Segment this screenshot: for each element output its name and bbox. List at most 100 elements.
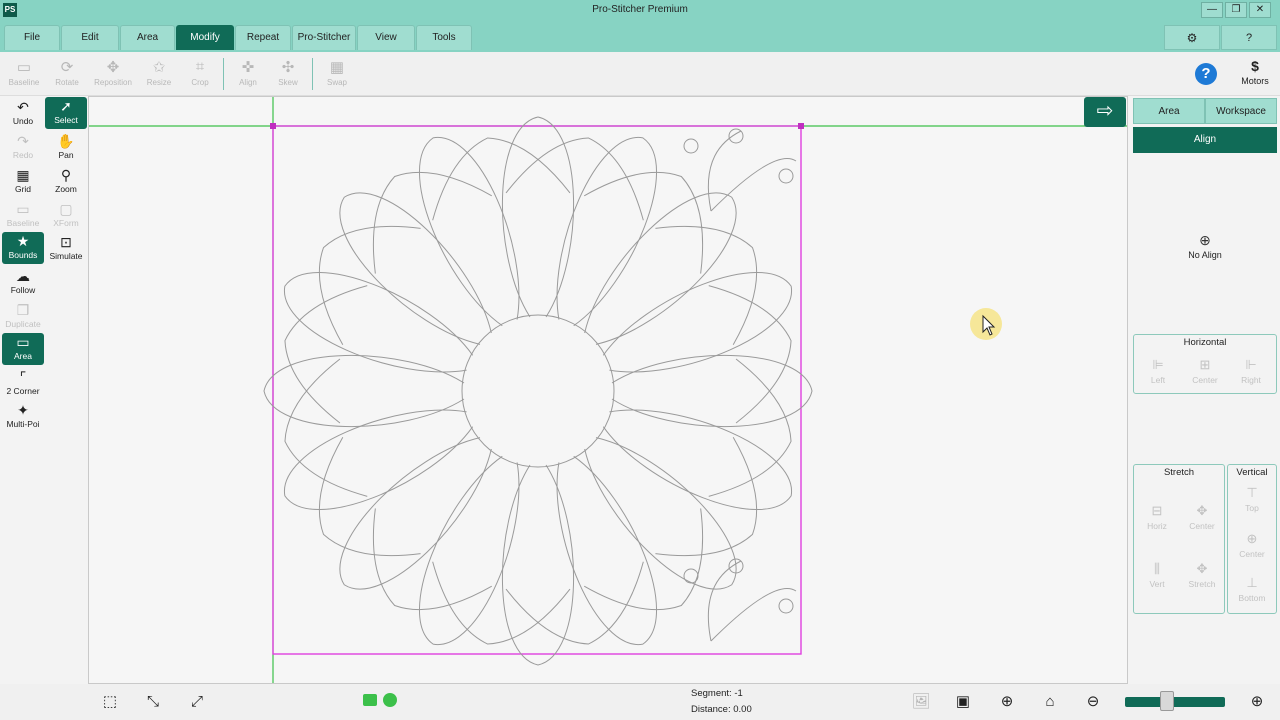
undo-icon: ↶ [17, 99, 29, 115]
multi-node-icon[interactable]: ⤢ [186, 692, 208, 712]
align-top-button[interactable]: ⊤ Top [1232, 485, 1272, 517]
menu-bar: File Edit Area Modify Repeat Pro-Stitche… [0, 22, 1280, 52]
align-bottom-button[interactable]: ⊥ Bottom [1232, 575, 1272, 607]
petal [418, 455, 520, 645]
pan-button[interactable]: ✋ Pan [45, 132, 87, 164]
stretch-horiz-button[interactable]: ⊟ Horiz [1137, 503, 1177, 535]
swap-button[interactable]: ▦ Swap [315, 58, 359, 94]
outer-scallop [372, 508, 493, 611]
petal [339, 192, 492, 345]
undo-button[interactable]: ↶ Undo [2, 98, 44, 130]
zoom-fit-icon[interactable]: ⊕ [996, 692, 1018, 712]
align-center-v-button[interactable]: ⊕ Center [1232, 531, 1272, 563]
no-align-icon: ⊕ [1199, 232, 1211, 248]
tab-file[interactable]: File [4, 25, 60, 50]
outer-scallop [372, 171, 493, 274]
skew-button[interactable]: ✣ Skew [266, 58, 310, 94]
align-right-button[interactable]: ⊩ Right [1231, 357, 1271, 389]
maximize-button[interactable]: ❐ [1225, 2, 1247, 18]
outer-scallop [284, 358, 368, 497]
hand-icon: ✋ [57, 133, 75, 149]
zoom-in-icon[interactable]: ⊕ [1246, 692, 1268, 712]
node-select-icon[interactable]: ⤡ [142, 692, 164, 712]
question-icon: ? [1245, 32, 1253, 44]
help-button[interactable]: ? [1221, 25, 1277, 50]
multi-point-button[interactable]: ✦ Multi-Poi [2, 401, 44, 433]
close-button[interactable]: ✕ [1249, 2, 1271, 18]
corner-curl [778, 168, 794, 184]
select-mode-icon[interactable]: ⬚ [99, 692, 121, 712]
stretch-center-button[interactable]: ✥ Center [1182, 503, 1222, 535]
simulate-icon: ⊡ [60, 234, 72, 250]
align-center-h-button[interactable]: ⊞ Center [1185, 357, 1225, 389]
tab-area-panel[interactable]: Area [1133, 98, 1205, 124]
rotate-icon: ⟳ [60, 59, 74, 76]
tab-area[interactable]: Area [120, 25, 175, 50]
stretch-vert-icon: ⫼ [1154, 561, 1160, 576]
stretch-vert-button[interactable]: ⫼ Vert [1137, 561, 1177, 593]
zoom-button[interactable]: ⚲ Zoom [45, 166, 87, 198]
align-left-button[interactable]: ⊫ Left [1138, 357, 1178, 389]
help-circle-button[interactable]: ? [1195, 63, 1217, 85]
resize-icon: ✩ [152, 59, 166, 76]
minimize-button[interactable]: — [1201, 2, 1223, 18]
image-edit-icon[interactable]: 🖼 [910, 692, 932, 712]
simulate-button[interactable]: ⊡ Simulate [45, 233, 87, 265]
select-button[interactable]: ➚ Select [45, 97, 87, 129]
tab-repeat[interactable]: Repeat [235, 25, 291, 50]
xform-button[interactable]: ▢ XForm [45, 200, 87, 232]
tab-modify[interactable]: Modify [176, 25, 234, 50]
rotate-button[interactable]: ⟳ Rotate [45, 58, 89, 94]
align-button[interactable]: ✜ Align [226, 58, 270, 94]
corner-icon: ⌜ [19, 369, 27, 385]
outer-scallop [432, 137, 571, 221]
tab-edit[interactable]: Edit [61, 25, 119, 50]
tab-pro-stitcher[interactable]: Pro-Stitcher [292, 25, 356, 50]
baseline-button[interactable]: ▭ Baseline [2, 58, 46, 94]
petal [502, 464, 574, 666]
crop-button[interactable]: ⌗ Crop [178, 58, 222, 94]
design-canvas[interactable] [88, 96, 1128, 684]
zoom-slider-track[interactable] [1125, 697, 1225, 707]
outer-scallop [655, 436, 758, 557]
duplicate-button[interactable]: ❐ Duplicate [2, 301, 44, 333]
outer-scallop [284, 285, 368, 424]
stitch-status-icon[interactable] [363, 694, 377, 706]
reposition-button[interactable]: ✥ Reposition [90, 58, 136, 94]
home-icon[interactable]: ⌂ [1039, 692, 1061, 712]
bounds-button[interactable]: ★ Bounds [2, 232, 44, 264]
tab-workspace[interactable]: Workspace [1205, 98, 1277, 124]
swap-icon: ▦ [329, 59, 345, 76]
settings-button[interactable]: ⚙ [1164, 25, 1220, 50]
follow-button[interactable]: ☁ Follow [2, 267, 44, 299]
multi-point-icon: ✦ [17, 402, 29, 418]
segment-readout: Segment: -1 [691, 688, 743, 699]
arrow-right-button[interactable]: ⇨ [1084, 97, 1126, 127]
tab-view[interactable]: View [357, 25, 415, 50]
corner-flourish [710, 587, 797, 642]
redo-button[interactable]: ↷ Redo [2, 132, 44, 164]
tab-tools[interactable]: Tools [416, 25, 472, 50]
stretch-center-icon: ✥ [1196, 503, 1208, 518]
grid-button[interactable]: ▦ Grid [2, 166, 44, 198]
status-bar: ⬚ ⤡ ⤢ Segment: -1 Distance: 0.00 🖼 ▣ ⊕ ⌂… [0, 684, 1280, 720]
motors-button[interactable]: $ Motors [1234, 58, 1276, 92]
petal [284, 271, 474, 373]
resize-button[interactable]: ✩ Resize [137, 58, 181, 94]
machine-status-icon[interactable] [383, 693, 397, 707]
zoom-slider-thumb[interactable] [1160, 691, 1174, 711]
stretch-both-button[interactable]: ✥ Stretch [1182, 561, 1222, 593]
toolbar-divider [223, 58, 224, 90]
petal [263, 355, 465, 427]
zoom-out-icon[interactable]: ⊖ [1082, 692, 1104, 712]
no-align-button[interactable]: ⊕ No Align [1176, 232, 1234, 264]
baseline-icon: ▭ [16, 59, 32, 76]
distance-readout: Distance: 0.00 [691, 704, 752, 715]
petal [602, 271, 792, 373]
baseline-tool-button[interactable]: ▭ Baseline [2, 200, 44, 232]
two-corner-button[interactable]: ⌜ 2 Corner [2, 368, 44, 400]
flower-pattern [263, 116, 813, 666]
area-tool-button[interactable]: ▭ Area [2, 333, 44, 365]
selection-handle [798, 123, 804, 129]
image-icon[interactable]: ▣ [952, 692, 974, 712]
